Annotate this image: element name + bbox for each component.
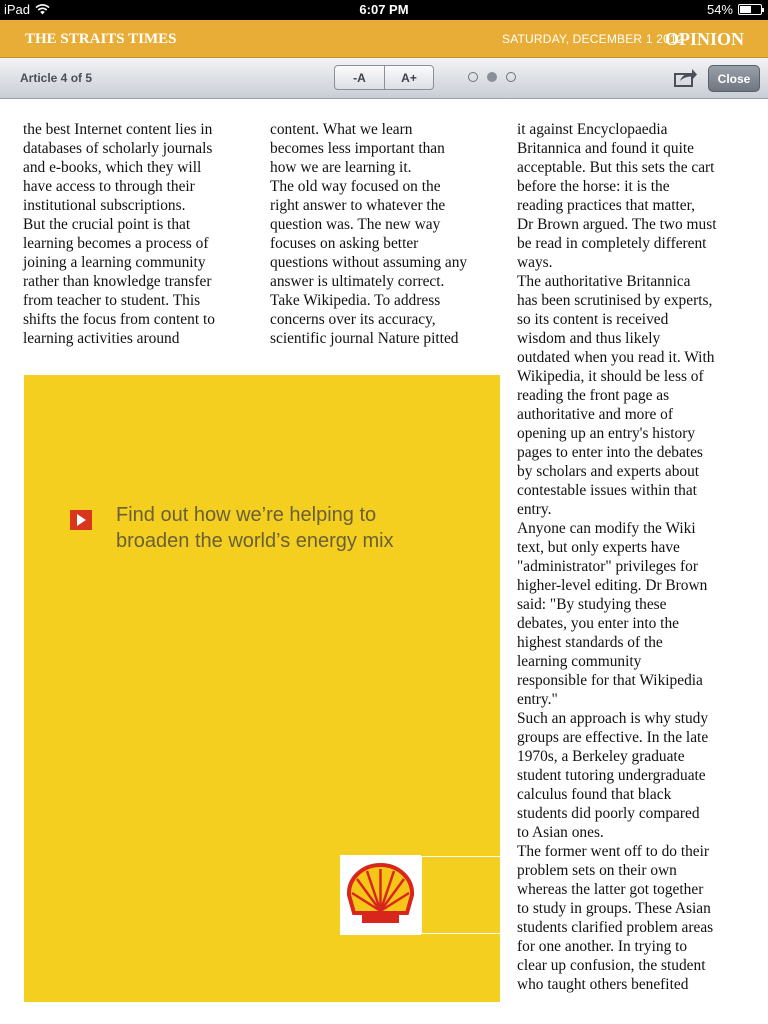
play-arrow-icon (70, 510, 92, 530)
page-dot[interactable] (506, 72, 516, 82)
ad-divider (421, 933, 500, 934)
shell-advertisement[interactable]: Find out how we’re helping to broaden th… (24, 375, 500, 1002)
page-dot[interactable] (487, 72, 497, 82)
ad-divider (421, 856, 422, 934)
share-icon[interactable] (674, 67, 698, 87)
status-bar: iPad 6:07 PM 54% (0, 0, 768, 20)
article-column-1: the best Internet content lies in databa… (23, 121, 215, 347)
ad-divider (421, 856, 500, 857)
status-time: 6:07 PM (359, 2, 409, 17)
article-column-3: it against Encyclopaedia Britannica and … (517, 121, 717, 993)
section-title: OPINION (664, 29, 744, 49)
publication-title: THE STRAITS TIMES (25, 31, 177, 47)
close-button[interactable]: Close (708, 65, 760, 92)
page-dot[interactable] (468, 72, 478, 82)
article-column-2: content. What we learn becomes less impo… (270, 121, 468, 347)
ad-headline: Find out how we’re helping to broaden th… (116, 504, 394, 552)
increase-font-button[interactable]: A+ (384, 66, 433, 89)
issue-date: SATURDAY, DECEMBER 1 2012 (502, 32, 684, 46)
shell-logo-box (340, 855, 421, 935)
font-size-control: -A A+ (334, 65, 434, 90)
battery-icon (738, 4, 764, 15)
status-right: 54% (706, 2, 764, 17)
page-indicator[interactable] (468, 72, 516, 82)
battery-percent: 54% (706, 2, 733, 17)
article-toolbar: Article 4 of 5 -A A+ Close (0, 58, 768, 99)
article-counter: Article 4 of 5 (20, 71, 93, 85)
shell-logo-icon (346, 862, 415, 923)
masthead: THE STRAITS TIMES SATURDAY, DECEMBER 1 2… (0, 20, 768, 58)
decrease-font-button[interactable]: -A (335, 66, 384, 89)
